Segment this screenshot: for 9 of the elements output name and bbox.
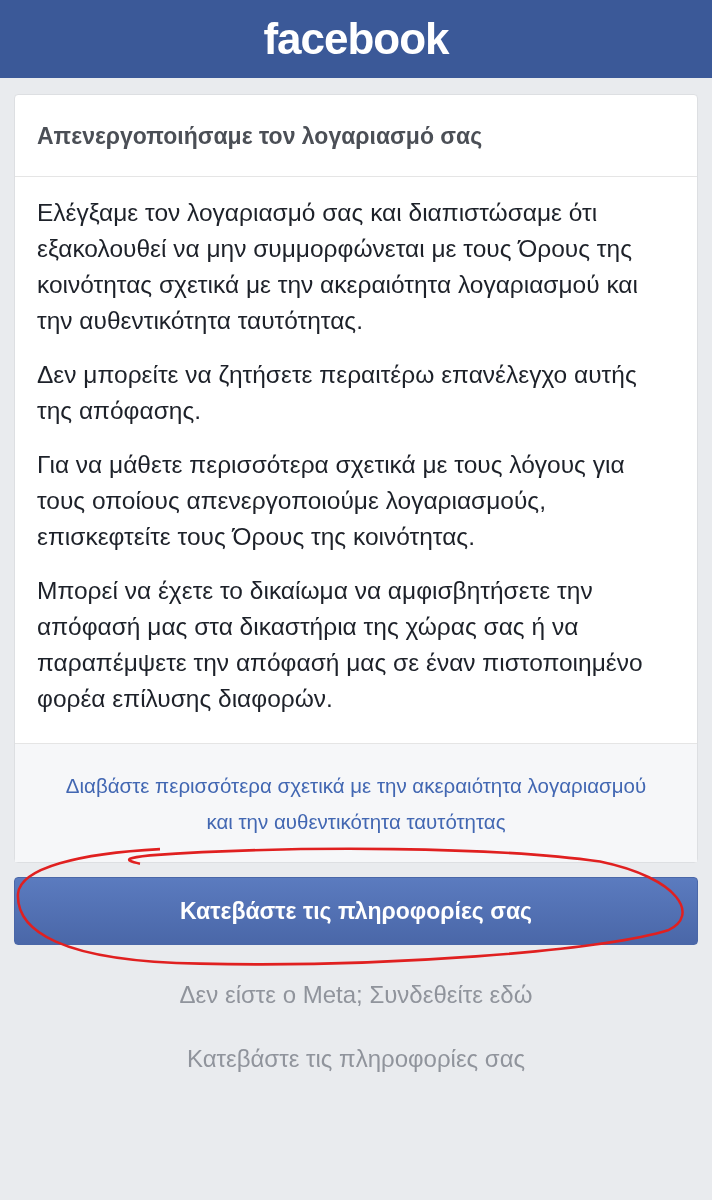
paragraph: Ελέγξαμε τον λογαριασμό σας και διαπιστώσαμε ότι εξακολουθεί να μην συμμορφώνεται με τους Όρους της κοινότητας σχετικά με την ακεραιότητα λογαριασμού και την αυθεντικότητα ταυτότητας. [37, 198, 639, 336]
secondary-link[interactable]: Κατεβάστε τις πληροφορίες σας [14, 1045, 698, 1073]
paragraph: Μπορεί να έχετε το δικαίωμα να αμφισβητήσετε την απόφασή μας στα δικαστήρια της χώρας σας ή να παραπέμψετε την απόφασή μας σε έναν πιστοποιημένο φορέα επίλυσης διαφορών. [37, 576, 644, 714]
paragraph: Για να μάθετε περισσότερα σχετικά με τους λόγους για τους οποίους απενεργοποιούμε λογαριασμούς, επισκεφτείτε τους Όρους της κοινότητας. [37, 450, 626, 552]
download-button[interactable]: Κατεβάστε τις πληροφορίες σας [14, 877, 698, 945]
paragraph: Δεν μπορείτε να ζητήσετε περαιτέρω επανέλεγχο αυτής της απόφασης. [37, 360, 638, 426]
secondary-link[interactable]: Δεν είστε ο Meta; Συνδεθείτε εδώ [14, 981, 698, 1009]
card-title: Απενεργοποιήσαμε τον λογαριασμό σας [15, 95, 697, 177]
logo: facebook [263, 14, 449, 64]
